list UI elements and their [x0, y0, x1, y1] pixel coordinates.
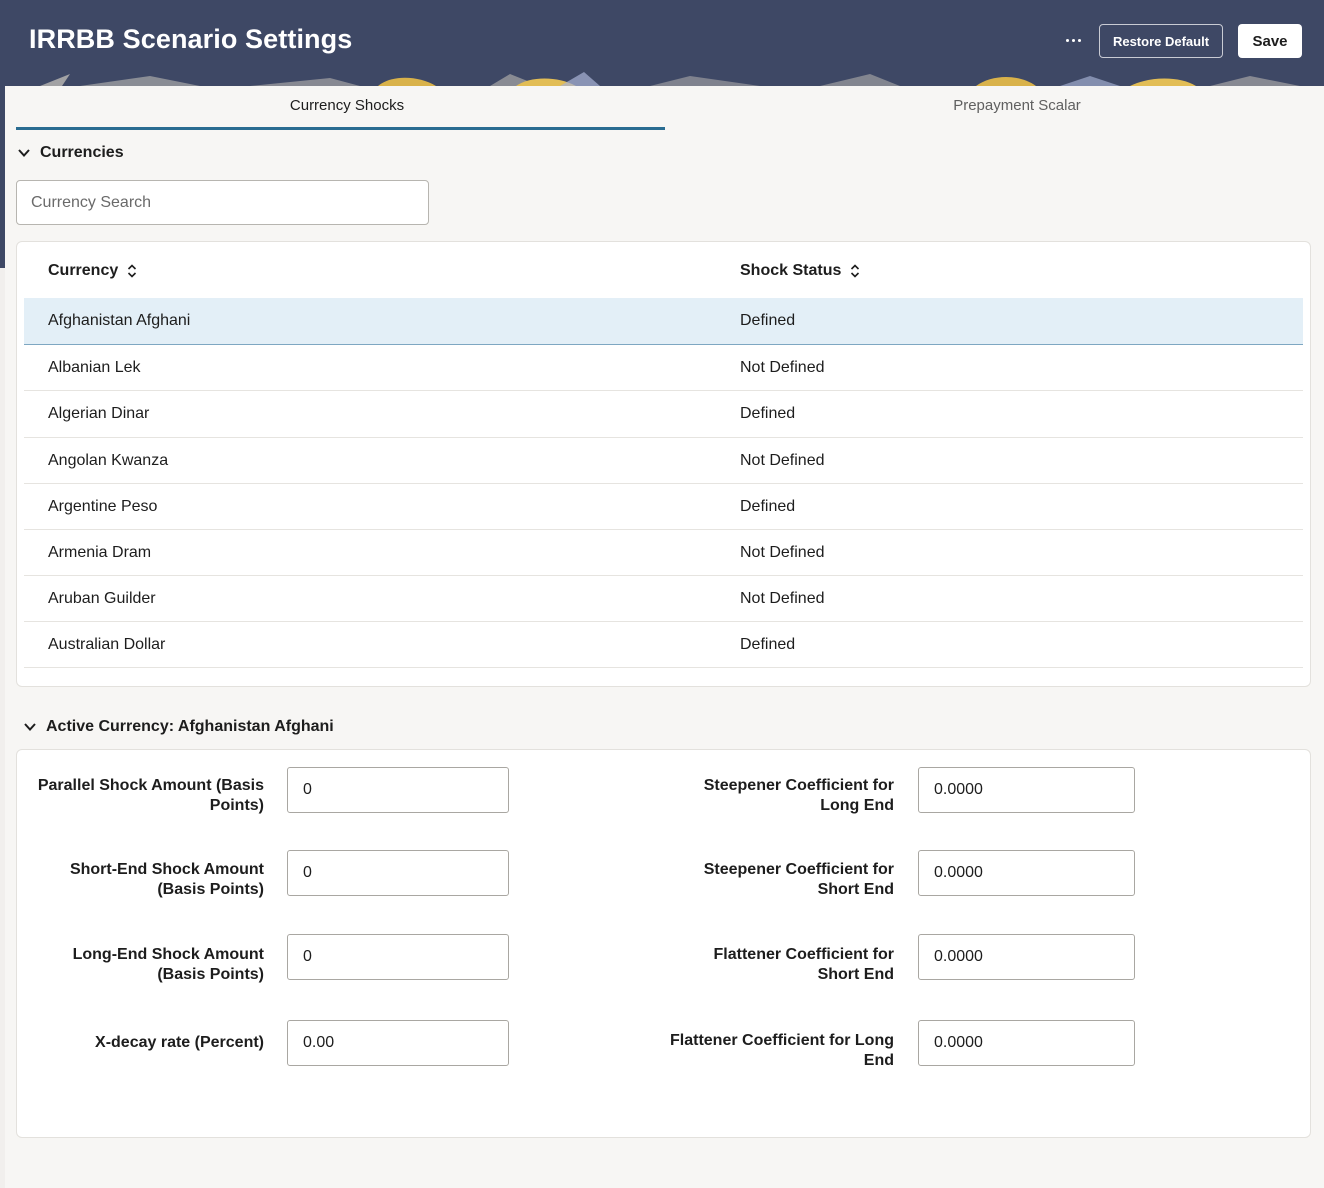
- save-button[interactable]: Save: [1238, 24, 1302, 58]
- long-end-shock-label: Long-End Shock Amount (Basis Points): [72, 946, 264, 983]
- currency-search-input[interactable]: [16, 180, 429, 225]
- shock-parameters-form: Parallel Shock Amount (Basis Points) Sho…: [16, 749, 1311, 1138]
- status-cell: Not Defined: [740, 544, 825, 561]
- table-row[interactable]: Aruban Guilder Not Defined: [24, 576, 1303, 622]
- sort-icon: [128, 264, 137, 278]
- table-row[interactable]: Armenia Dram Not Defined: [24, 530, 1303, 576]
- more-options-icon[interactable]: [1058, 28, 1088, 52]
- column-header-currency[interactable]: Currency: [48, 262, 137, 280]
- status-cell: Defined: [740, 312, 796, 329]
- flattener-long-end-label: Flattener Coefficient for Long End: [670, 1032, 894, 1069]
- currency-cell: Armenia Dram: [48, 544, 152, 561]
- tab-prepayment-scalar[interactable]: Prepayment Scalar: [678, 86, 1324, 130]
- table-row[interactable]: Algerian Dinar Defined: [24, 391, 1303, 438]
- long-end-shock-input[interactable]: [287, 934, 509, 980]
- x-decay-rate-input[interactable]: [287, 1020, 509, 1066]
- short-end-shock-label: Short-End Shock Amount (Basis Points): [69, 861, 264, 898]
- column-header-shock-status[interactable]: Shock Status: [740, 262, 860, 280]
- short-end-shock-input[interactable]: [287, 850, 509, 896]
- currency-cell: Argentine Peso: [48, 498, 158, 515]
- page-title: IRRBB Scenario Settings: [29, 24, 353, 54]
- table-row[interactable]: Argentine Peso Defined: [24, 484, 1303, 530]
- flattener-long-end-input[interactable]: [918, 1020, 1135, 1066]
- status-cell: Not Defined: [740, 359, 825, 376]
- currency-table: Currency Shock Status Afghanistan Afghan…: [16, 241, 1311, 687]
- parallel-shock-input[interactable]: [287, 767, 509, 813]
- status-cell: Defined: [740, 636, 796, 653]
- section-title: Active Currency: Afghanistan Afghani: [46, 718, 334, 735]
- status-cell: Defined: [740, 405, 796, 422]
- status-cell: Not Defined: [740, 590, 825, 607]
- table-row[interactable]: Angolan Kwanza Not Defined: [24, 438, 1303, 484]
- steepener-short-end-input[interactable]: [918, 850, 1135, 896]
- section-title: Currencies: [40, 144, 124, 161]
- chevron-down-icon: [24, 723, 36, 731]
- steepener-short-end-label: Steepener Coefficient for Short End: [703, 861, 894, 898]
- currency-cell: Albanian Lek: [48, 359, 141, 376]
- currency-cell: Algerian Dinar: [48, 405, 150, 422]
- x-decay-rate-label: X-decay rate (Percent): [95, 1034, 264, 1051]
- flattener-short-end-input[interactable]: [918, 934, 1135, 980]
- chevron-down-icon: [18, 149, 30, 157]
- steepener-long-end-input[interactable]: [918, 767, 1135, 813]
- currency-cell: Angolan Kwanza: [48, 452, 169, 469]
- status-cell: Defined: [740, 498, 796, 515]
- parallel-shock-label: Parallel Shock Amount (Basis Points): [37, 777, 264, 814]
- steepener-long-end-label: Steepener Coefficient for Long End: [703, 777, 894, 814]
- settings-panel: Currency Shocks Prepayment Scalar Curren…: [5, 86, 1324, 1188]
- active-currency-section-toggle[interactable]: Active Currency: Afghanistan Afghani: [23, 718, 334, 736]
- currency-cell: Australian Dollar: [48, 636, 166, 653]
- table-row[interactable]: Albanian Lek Not Defined: [24, 345, 1303, 391]
- currency-cell: Afghanistan Afghani: [48, 312, 191, 329]
- status-cell: Not Defined: [740, 452, 825, 469]
- sort-icon: [851, 264, 860, 278]
- table-row[interactable]: Australian Dollar Defined: [24, 622, 1303, 668]
- tab-currency-shocks[interactable]: Currency Shocks: [16, 86, 678, 130]
- flattener-short-end-label: Flattener Coefficient for Short End: [713, 946, 894, 983]
- currencies-section-toggle[interactable]: Currencies: [17, 144, 124, 162]
- table-row[interactable]: Afghanistan Afghani Defined: [24, 298, 1303, 345]
- active-tab-indicator: [16, 127, 665, 130]
- restore-default-button[interactable]: Restore Default: [1099, 24, 1223, 58]
- currency-cell: Aruban Guilder: [48, 590, 156, 607]
